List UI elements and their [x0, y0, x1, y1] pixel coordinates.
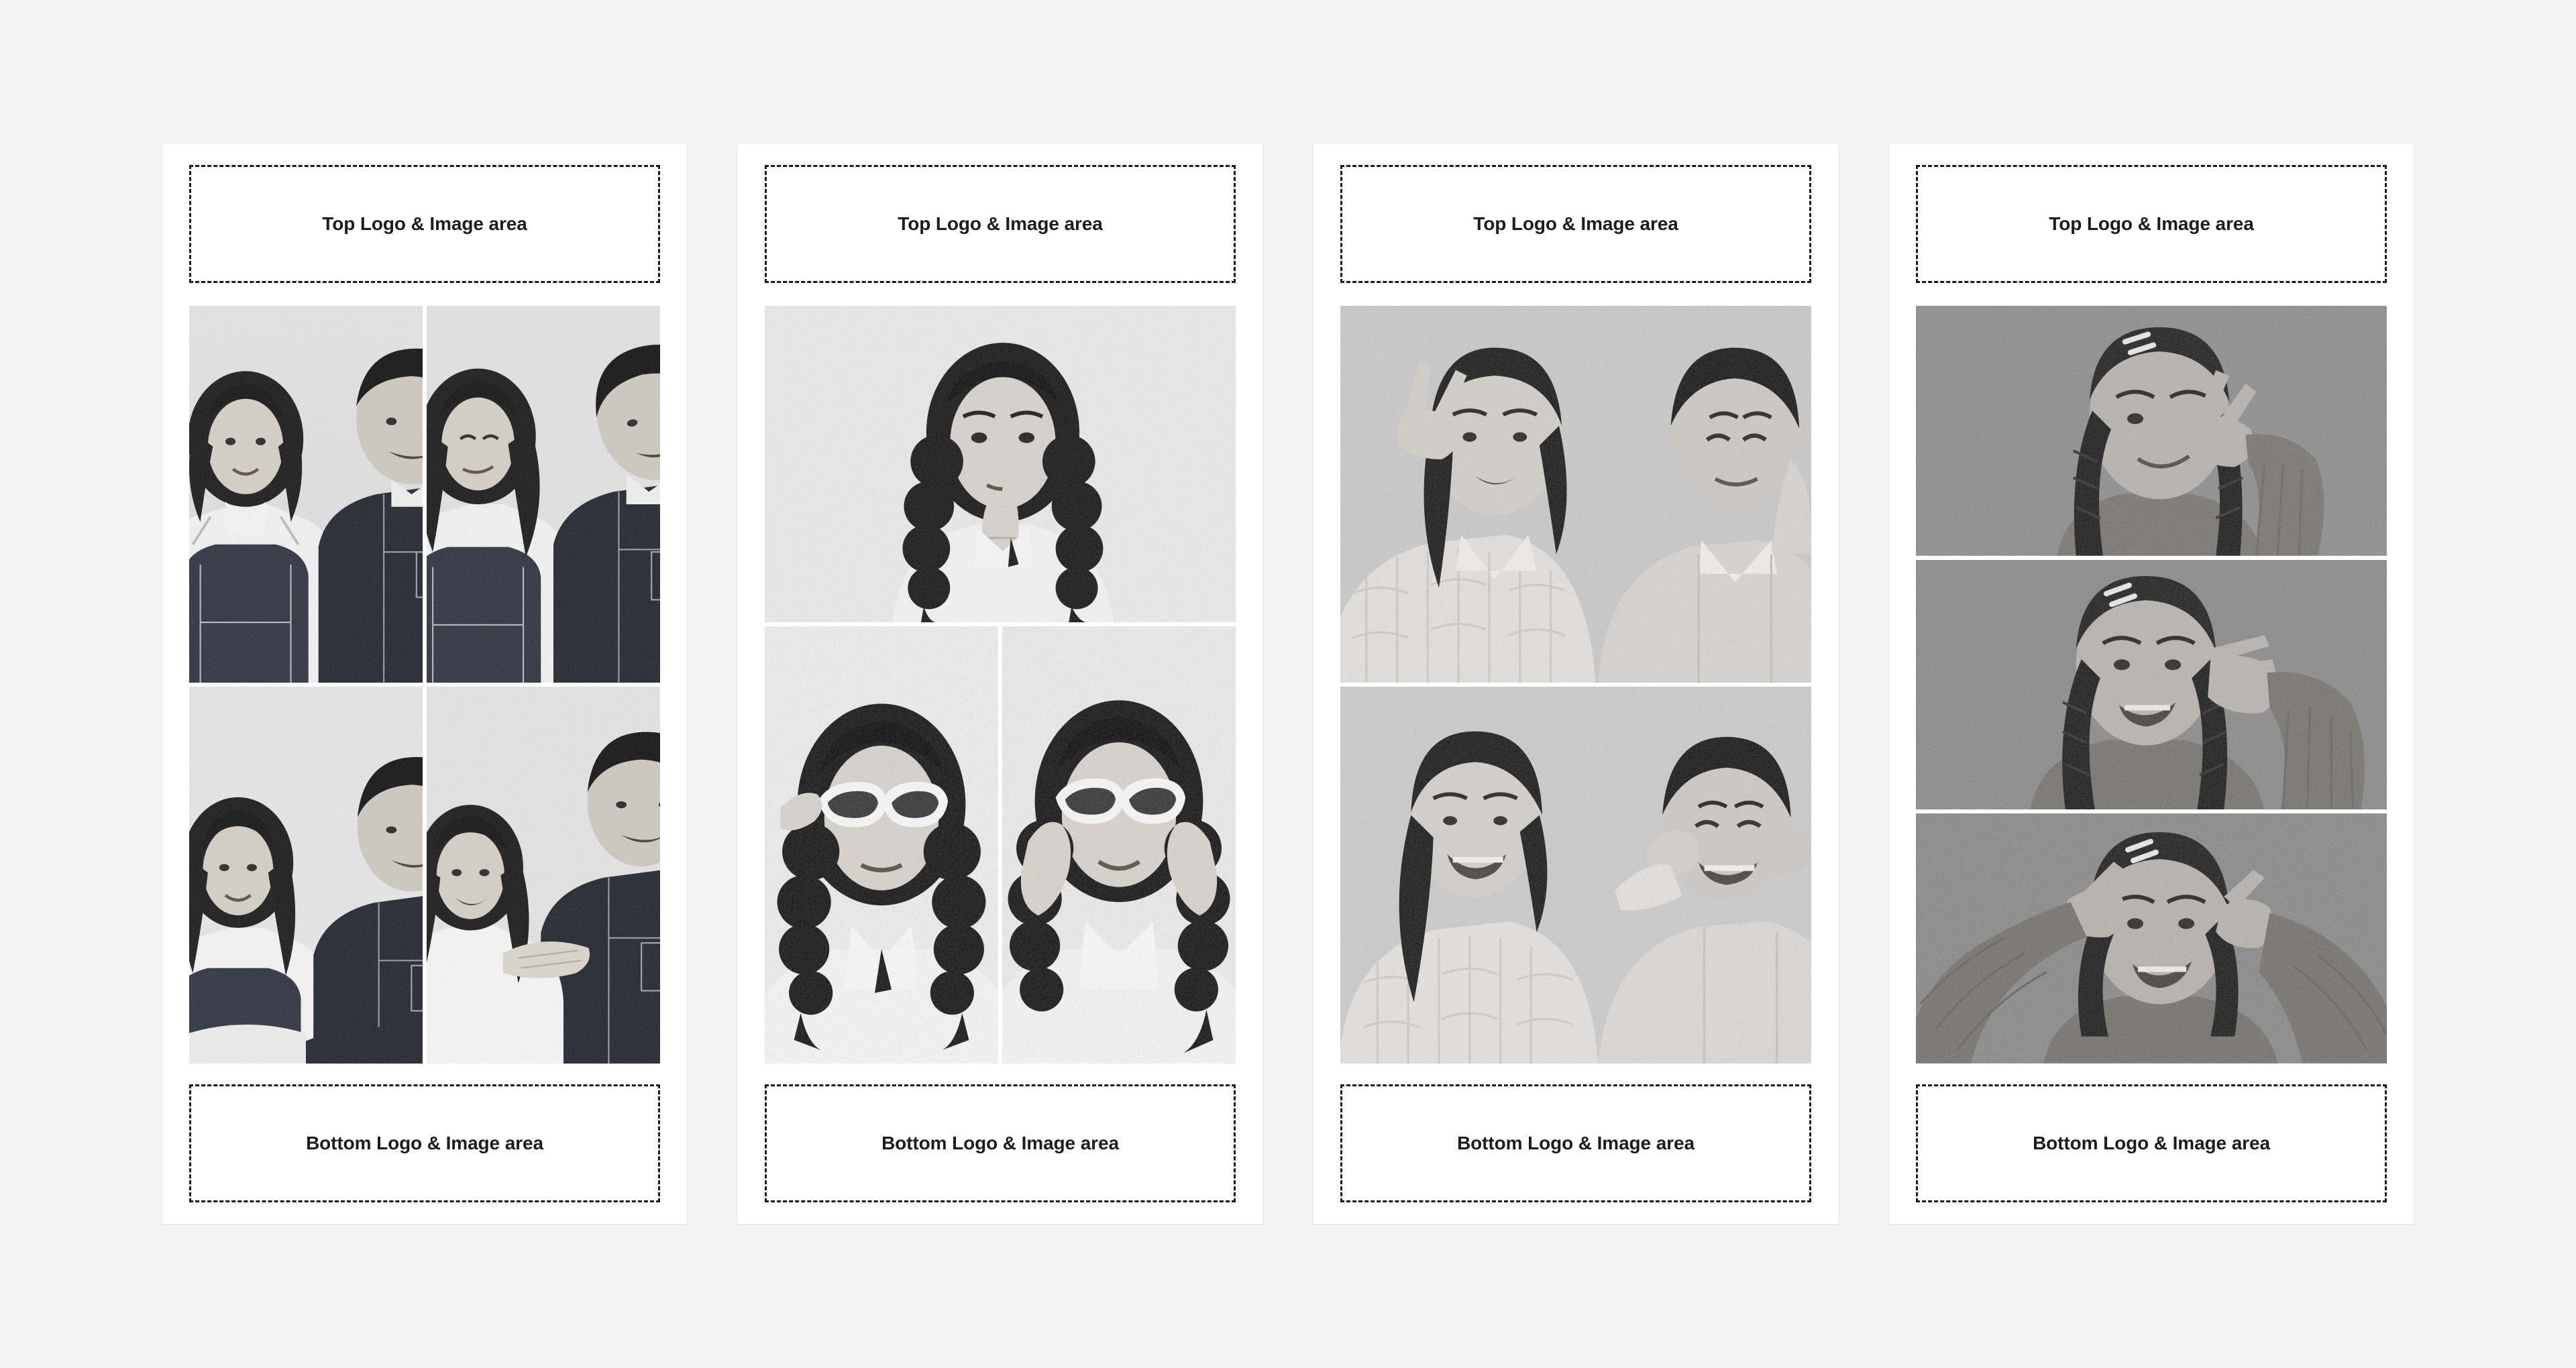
photo-strip-card-1[interactable]: Top Logo & Image area Bottom Logo & Imag…: [162, 144, 687, 1224]
photo-zone-4: [1916, 306, 2387, 1064]
photo-strip-gallery: Top Logo & Image area Bottom Logo & Imag…: [0, 0, 2576, 1368]
bottom-logo-label: Bottom Logo & Image area: [306, 1133, 543, 1153]
top-logo-label: Top Logo & Image area: [1473, 213, 1678, 234]
photo-girl-sunglasses-left[interactable]: [765, 626, 998, 1064]
photo-couple-playful-top-right[interactable]: [427, 306, 660, 683]
bottom-logo-image-area-3[interactable]: Bottom Logo & Image area: [1340, 1084, 1811, 1202]
photo-couple-leaning-bottom-left[interactable]: [189, 687, 423, 1064]
photo-couple-peace-signs-top[interactable]: [1340, 306, 1811, 683]
bottom-logo-label: Bottom Logo & Image area: [2033, 1133, 2270, 1153]
photo-girl-braids-hand-frame[interactable]: [1916, 559, 2387, 810]
photo-zone-3: [1340, 306, 1811, 1064]
photo-couple-smiling-top-left[interactable]: [189, 306, 423, 683]
photo-zone-1: [189, 306, 660, 1064]
bottom-logo-label: Bottom Logo & Image area: [881, 1133, 1119, 1153]
top-logo-label: Top Logo & Image area: [2049, 213, 2254, 234]
photo-girl-sunglasses-right[interactable]: [1002, 626, 1236, 1064]
photo-row-top: [1340, 306, 1811, 683]
bottom-logo-image-area-1[interactable]: Bottom Logo & Image area: [189, 1084, 660, 1202]
photo-girl-braids-shush-wide[interactable]: [765, 306, 1236, 623]
photo-row-2: [1916, 559, 2387, 810]
photo-row-bottom: [765, 626, 1236, 1064]
photo-row-top: [765, 306, 1236, 623]
photo-strip-card-4[interactable]: Top Logo & Image area Bottom Logo & Imag…: [1889, 144, 2414, 1224]
photo-strip-card-3[interactable]: Top Logo & Image area Bottom Logo & Imag…: [1313, 144, 1838, 1224]
top-logo-image-area-1[interactable]: Top Logo & Image area: [189, 165, 660, 283]
bottom-logo-image-area-4[interactable]: Bottom Logo & Image area: [1916, 1084, 2387, 1202]
top-logo-label: Top Logo & Image area: [322, 213, 527, 234]
bottom-logo-image-area-2[interactable]: Bottom Logo & Image area: [765, 1084, 1236, 1202]
photo-girl-braids-both-hands[interactable]: [1916, 813, 2387, 1064]
top-logo-image-area-3[interactable]: Top Logo & Image area: [1340, 165, 1811, 283]
photo-girl-braids-peace-eye[interactable]: [1916, 306, 2387, 556]
photo-zone-2: [765, 306, 1236, 1064]
photo-strip-card-2[interactable]: Top Logo & Image area Bottom Logo & Imag…: [738, 144, 1263, 1224]
photo-row-top: [189, 306, 660, 683]
photo-couple-hugging-bottom-right[interactable]: [427, 687, 660, 1064]
photo-row-bottom: [189, 687, 660, 1064]
photo-couple-funny-faces-bottom[interactable]: [1340, 687, 1811, 1064]
top-logo-image-area-4[interactable]: Top Logo & Image area: [1916, 165, 2387, 283]
top-logo-image-area-2[interactable]: Top Logo & Image area: [765, 165, 1236, 283]
photo-row-1: [1916, 306, 2387, 556]
bottom-logo-label: Bottom Logo & Image area: [1457, 1133, 1695, 1153]
photo-row-3: [1916, 813, 2387, 1064]
photo-row-bottom: [1340, 687, 1811, 1064]
top-logo-label: Top Logo & Image area: [898, 213, 1103, 234]
